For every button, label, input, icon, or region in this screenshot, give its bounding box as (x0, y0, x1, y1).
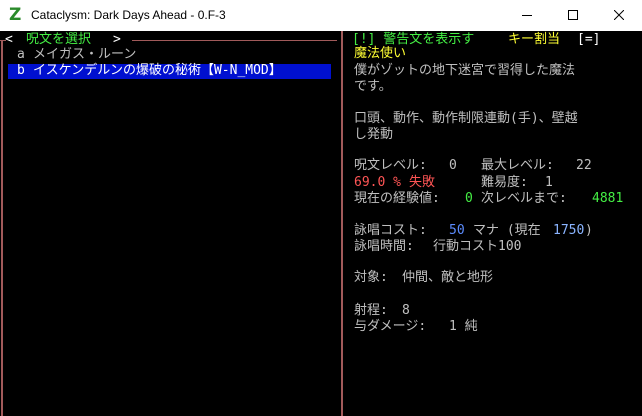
spell-item-name[interactable]: イスケンデルンの爆破の秘術【W-N_MOD】 (33, 64, 282, 78)
panel-close-marker: > (113, 32, 121, 47)
cast-time-value: 行動コスト100 (433, 239, 522, 254)
difficulty-value: 1 (545, 175, 553, 190)
warning-toggle[interactable]: [!] 警告文を表示す (352, 33, 474, 47)
minimize-button[interactable] (504, 0, 550, 31)
spell-school: 魔法使い (354, 46, 407, 61)
difficulty-label: 難易度: (481, 175, 528, 190)
keybind-key: [=] (577, 32, 601, 47)
cast-cost-value: 50 (449, 223, 465, 238)
spell-level-label: 呪文レベル: (354, 158, 427, 173)
maximize-button[interactable] (550, 0, 596, 31)
cast-time-label: 詠唱時間: (354, 239, 414, 254)
maximize-icon (568, 10, 578, 20)
exp-value: 0 (465, 191, 473, 206)
spell-components-line-2: し発動 (354, 127, 394, 142)
spell-description-line-2: です。 (354, 79, 392, 94)
max-level-value: 22 (576, 158, 592, 173)
left-panel-title: 呪文を選択 (26, 32, 92, 47)
failure-label: 失敗 (409, 175, 436, 190)
left-panel-left-border (1, 41, 3, 416)
panel-open-marker: < (5, 32, 13, 47)
close-icon (614, 10, 624, 20)
spell-level-value: 0 (449, 158, 457, 173)
spell-item-name[interactable]: メイガス・ルーン (33, 48, 136, 62)
cast-cost-unit: マナ (現在 (473, 223, 541, 238)
terminal-area: < 呪文を選択 > a メイガス・ルーン b イスケンデルンの爆破の秘術【W-N… (0, 31, 642, 416)
panel-divider (341, 31, 343, 416)
exp-label: 現在の経験値: (354, 191, 440, 206)
left-panel-top-border-right (132, 40, 337, 41)
cast-cost-close: ) (585, 223, 593, 238)
spell-key: a (17, 47, 25, 62)
keybind-label[interactable]: キー割当 (508, 33, 560, 47)
game-window: Z Cataclysm: Dark Days Ahead - 0.F-3 < 呪… (0, 0, 642, 416)
failure-percent: 69.0 % (354, 175, 401, 190)
minimize-icon (522, 15, 532, 16)
spell-key: b (17, 63, 25, 78)
cast-cost-label: 詠唱コスト: (354, 223, 427, 238)
range-value: 8 (402, 303, 410, 318)
current-mana: 1750 (553, 223, 585, 238)
max-level-label: 最大レベル: (481, 158, 554, 173)
next-level-value: 4881 (592, 191, 624, 206)
app-icon: Z (9, 5, 22, 25)
damage-label: 与ダメージ: (354, 319, 427, 334)
spell-description-line-1: 僕がゾットの地下迷宮で習得した魔法 (354, 63, 576, 78)
target-value: 仲間、敵と地形 (402, 270, 494, 285)
range-label: 射程: (354, 303, 388, 318)
title-bar[interactable]: Z Cataclysm: Dark Days Ahead - 0.F-3 (0, 0, 642, 31)
close-button[interactable] (596, 0, 642, 31)
target-label: 対象: (354, 270, 388, 285)
spell-components-line-1: 口頭、動作、動作制限連動(手)、壁越 (354, 111, 578, 126)
window-title: Cataclysm: Dark Days Ahead - 0.F-3 (31, 8, 226, 22)
next-level-label: 次レベルまで: (481, 191, 567, 206)
damage-value: 1 純 (449, 319, 478, 334)
